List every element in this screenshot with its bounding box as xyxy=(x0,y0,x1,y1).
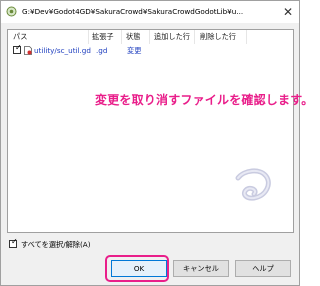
row-status: 変更 xyxy=(127,46,142,55)
select-all-checkbox[interactable]: ✓ xyxy=(9,237,18,248)
file-list[interactable]: パス 拡張子 状態 追加した行 削除した行 ✓ utility/sc_util.… xyxy=(7,29,313,233)
ok-button[interactable]: OK xyxy=(111,260,167,277)
cancel-button[interactable]: キャンセル xyxy=(173,260,229,277)
title-bar: G:¥Dev¥Godot4GD¥SakuraCrowd¥SakuraCrowdG… xyxy=(1,1,299,23)
window-title: G:¥Dev¥Godot4GD¥SakuraCrowd¥SakuraCrowdG… xyxy=(22,7,244,16)
column-divider[interactable] xyxy=(246,30,247,44)
tortoise-swirl-icon xyxy=(235,168,271,201)
tortoisegit-icon xyxy=(6,6,17,17)
column-divider[interactable] xyxy=(149,30,150,44)
help-button[interactable]: ヘルプ xyxy=(235,260,291,277)
column-header-status[interactable]: 状態 xyxy=(126,32,140,42)
column-header-removed-lines[interactable]: 削除した行 xyxy=(200,32,236,42)
column-header-path[interactable]: パス xyxy=(13,32,27,42)
checkmark-icon: ✓ xyxy=(11,237,18,246)
checkmark-icon: ✓ xyxy=(15,43,22,52)
column-header-added-lines[interactable]: 追加した行 xyxy=(154,32,190,42)
revert-dialog: G:¥Dev¥Godot4GD¥SakuraCrowd¥SakuraCrowdG… xyxy=(0,0,313,286)
row-checkbox[interactable]: ✓ xyxy=(13,43,22,54)
column-divider[interactable] xyxy=(194,30,195,44)
column-divider[interactable] xyxy=(88,30,89,44)
row-path: utility/sc_util.gd xyxy=(34,46,91,55)
column-divider[interactable] xyxy=(121,30,122,44)
select-all-label: すべてを選択/解除(A) xyxy=(21,240,91,249)
row-extension: .gd xyxy=(96,46,108,55)
table-row[interactable]: ✓ utility/sc_util.gd .gd 変更 xyxy=(8,44,293,56)
annotation-text: 変更を取り消すファイルを確認します。 xyxy=(95,93,314,107)
modified-file-icon xyxy=(24,46,32,55)
column-header-row: パス 拡張子 状態 追加した行 削除した行 xyxy=(8,30,293,44)
close-button[interactable]: ✕ xyxy=(277,1,299,23)
close-icon: ✕ xyxy=(282,5,294,19)
column-header-extension[interactable]: 拡張子 xyxy=(92,32,114,42)
